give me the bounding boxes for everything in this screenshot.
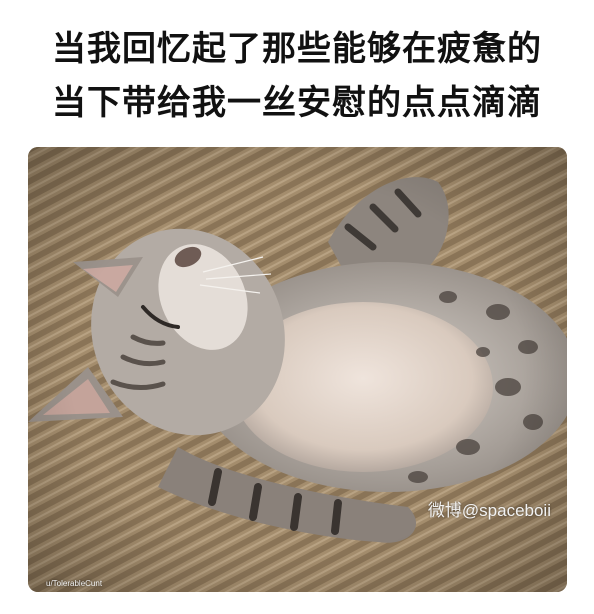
caption-line-1: 当我回忆起了那些能够在疲惫的 <box>52 29 542 69</box>
meme-caption: 当我回忆起了那些能够在疲惫的 当下带给我一丝安慰的点点滴滴 <box>0 22 594 130</box>
cat-photo: 微博@spaceboii u/TolerableCunt <box>28 147 567 592</box>
photo-credit: u/TolerableCunt <box>46 579 103 588</box>
weibo-watermark: 微博@spaceboii <box>427 501 551 520</box>
sleeping-kitten-illustration <box>28 147 567 592</box>
caption-line-2: 当下带给我一丝安慰的点点滴滴 <box>52 83 542 123</box>
